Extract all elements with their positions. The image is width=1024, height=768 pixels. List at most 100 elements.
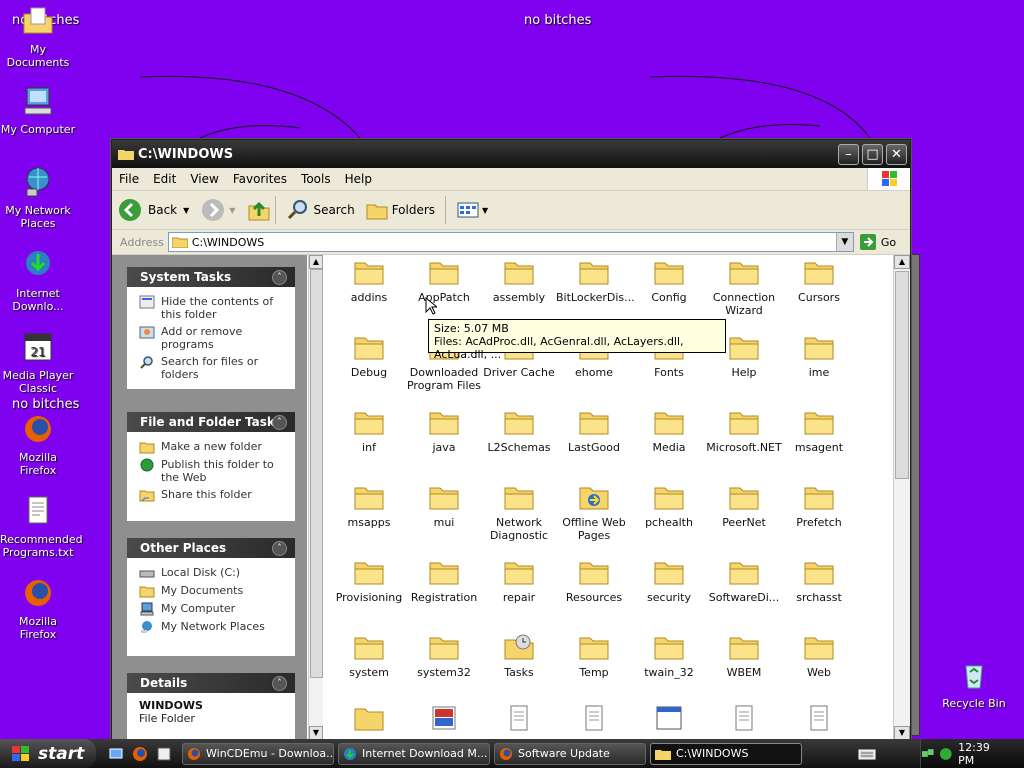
title-bar[interactable]: C:\WINDOWS – □ ✕ <box>112 140 910 168</box>
folder-item[interactable]: SoftwareDi... <box>706 559 782 604</box>
desktop-icon-mozilla-firefox[interactable]: Mozilla Firefox <box>0 412 76 477</box>
task-pane-scrollbar[interactable]: ▲ ▼ <box>308 255 323 740</box>
folder-item[interactable]: pchealth <box>631 484 707 529</box>
folder-item[interactable]: AppPatch <box>406 259 482 304</box>
folder-item[interactable]: addins <box>331 259 407 304</box>
place-my-computer[interactable]: My Computer <box>139 602 287 616</box>
task-share-folder[interactable]: Share this folder <box>139 488 287 502</box>
file-item-partial[interactable] <box>556 705 632 737</box>
folder-item[interactable]: system <box>331 634 407 679</box>
show-desktop-icon[interactable] <box>108 746 124 762</box>
scroll-up-arrow[interactable]: ▲ <box>309 255 323 269</box>
menu-view[interactable]: View <box>183 172 225 186</box>
folder-item[interactable]: Resources <box>556 559 632 604</box>
explorer-window[interactable]: C:\WINDOWS – □ ✕ File Edit View Favorite… <box>111 139 911 741</box>
place-my-network-places[interactable]: My Network Places <box>139 620 287 634</box>
forward-button[interactable]: ▼ <box>201 198 235 222</box>
place-local-disk[interactable]: Local Disk (C:) <box>139 566 287 580</box>
taskbar-item-wincdemu[interactable]: WinCDEmu - Downloa... <box>182 742 334 765</box>
address-input[interactable]: C:\WINDOWS ▼ <box>167 232 854 252</box>
file-folder-tasks-header[interactable]: File and Folder Tasks ˄ <box>127 412 295 432</box>
folder-item[interactable]: twain_32 <box>631 634 707 679</box>
folder-item[interactable]: mui <box>406 484 482 529</box>
system-tasks-header[interactable]: System Tasks ˄ <box>127 267 295 287</box>
file-item-partial[interactable] <box>481 705 557 737</box>
keyboard-icon[interactable] <box>858 747 876 761</box>
folder-item[interactable]: assembly <box>481 259 557 304</box>
folder-item[interactable]: Temp <box>556 634 632 679</box>
address-dropdown-button[interactable]: ▼ <box>835 233 853 251</box>
folder-item[interactable]: Registration <box>406 559 482 604</box>
collapse-chevron-icon[interactable]: ˄ <box>272 541 287 556</box>
file-item-partial[interactable] <box>406 705 482 737</box>
desktop-icon-my-documents[interactable]: My Documents <box>0 4 76 69</box>
file-item-partial[interactable] <box>331 705 407 737</box>
folder-item[interactable]: system32 <box>406 634 482 679</box>
folder-item[interactable]: WBEM <box>706 634 782 679</box>
task-make-new-folder[interactable]: Make a new folder <box>139 440 287 454</box>
task-hide-contents[interactable]: Hide the contents of this folder <box>139 295 287 321</box>
taskbar-item-software-update[interactable]: Software Update <box>494 742 646 765</box>
chevron-down-icon[interactable]: ▼ <box>229 206 235 215</box>
menu-help[interactable]: Help <box>338 172 379 186</box>
firefox-icon[interactable] <box>132 746 148 762</box>
folders-button[interactable]: Folders <box>365 198 435 222</box>
place-my-documents[interactable]: My Documents <box>139 584 287 598</box>
taskbar-item-c-windows[interactable]: C:\WINDOWS <box>650 742 802 765</box>
views-button[interactable]: ▼ <box>456 200 488 220</box>
task-add-remove-programs[interactable]: Add or remove programs <box>139 325 287 351</box>
scroll-down-arrow[interactable]: ▼ <box>894 726 910 740</box>
folder-item[interactable]: BitLockerDis... <box>556 259 635 304</box>
folder-item[interactable]: Connection Wizard <box>706 259 782 317</box>
folder-item[interactable]: repair <box>481 559 557 604</box>
up-folder-button[interactable] <box>247 198 271 222</box>
file-item-partial[interactable] <box>631 705 707 737</box>
file-item-partial[interactable] <box>781 705 857 737</box>
task-search-files[interactable]: Search for files or folders <box>139 355 287 381</box>
folder-item[interactable]: java <box>406 409 482 454</box>
folder-item[interactable]: inf <box>331 409 407 454</box>
other-places-header[interactable]: Other Places ˄ <box>127 538 295 558</box>
collapse-chevron-icon[interactable]: ˄ <box>272 415 287 430</box>
desktop-icon-recycle-bin[interactable]: Recycle Bin <box>936 658 1012 710</box>
file-list-scrollbar[interactable]: ▲ ▼ <box>893 255 910 740</box>
file-item-partial[interactable] <box>706 705 782 737</box>
folder-item[interactable]: Prefetch <box>781 484 857 529</box>
media-player-icon[interactable] <box>156 746 172 762</box>
minimize-button[interactable]: – <box>838 143 859 165</box>
clock[interactable]: 12:39 PM <box>958 741 1008 767</box>
network-tray-icon[interactable] <box>921 747 935 761</box>
desktop-icon-media-player-classic[interactable]: 21 Media Player Classic <box>0 330 76 395</box>
folder-item[interactable]: Network Diagnostic <box>481 484 557 542</box>
desktop-icon-internet-download-manager[interactable]: Internet Downlo... <box>0 248 76 313</box>
update-tray-icon[interactable] <box>939 747 953 761</box>
folder-item[interactable]: srchasst <box>781 559 857 604</box>
start-button[interactable]: start <box>0 739 96 768</box>
back-button[interactable]: Back ▼ <box>118 198 189 222</box>
chevron-down-icon[interactable]: ▼ <box>482 206 488 215</box>
details-header[interactable]: Details ˄ <box>127 673 295 693</box>
collapse-chevron-icon[interactable]: ˄ <box>272 676 287 691</box>
folder-item[interactable]: Offline Web Pages <box>556 484 632 542</box>
folder-item[interactable]: Microsoft.NET <box>706 409 782 454</box>
scroll-thumb[interactable] <box>310 269 323 678</box>
folder-item[interactable]: Media <box>631 409 707 454</box>
desktop-icon-mozilla-firefox-2[interactable]: Mozilla Firefox <box>0 576 76 641</box>
folder-item[interactable]: L2Schemas <box>481 409 557 454</box>
maximize-button[interactable]: □ <box>862 143 883 165</box>
folder-item[interactable]: ime <box>781 334 857 379</box>
folder-item[interactable]: LastGood <box>556 409 632 454</box>
folder-item[interactable]: Tasks <box>481 634 557 679</box>
folder-item[interactable]: Debug <box>331 334 407 379</box>
scroll-thumb[interactable] <box>895 271 909 479</box>
folder-item[interactable]: Provisioning <box>331 559 407 604</box>
folder-item[interactable]: Web <box>781 634 857 679</box>
go-button[interactable]: Go <box>859 233 896 251</box>
folder-item[interactable]: msagent <box>781 409 857 454</box>
close-button[interactable]: ✕ <box>886 143 907 165</box>
collapse-chevron-icon[interactable]: ˄ <box>272 270 287 285</box>
taskbar-item-internet-download-manager[interactable]: Internet Download M... <box>338 742 490 765</box>
menu-edit[interactable]: Edit <box>146 172 183 186</box>
folder-item[interactable]: security <box>631 559 707 604</box>
desktop-icon-recommended-programs[interactable]: Recommended Programs.txt <box>0 494 83 559</box>
